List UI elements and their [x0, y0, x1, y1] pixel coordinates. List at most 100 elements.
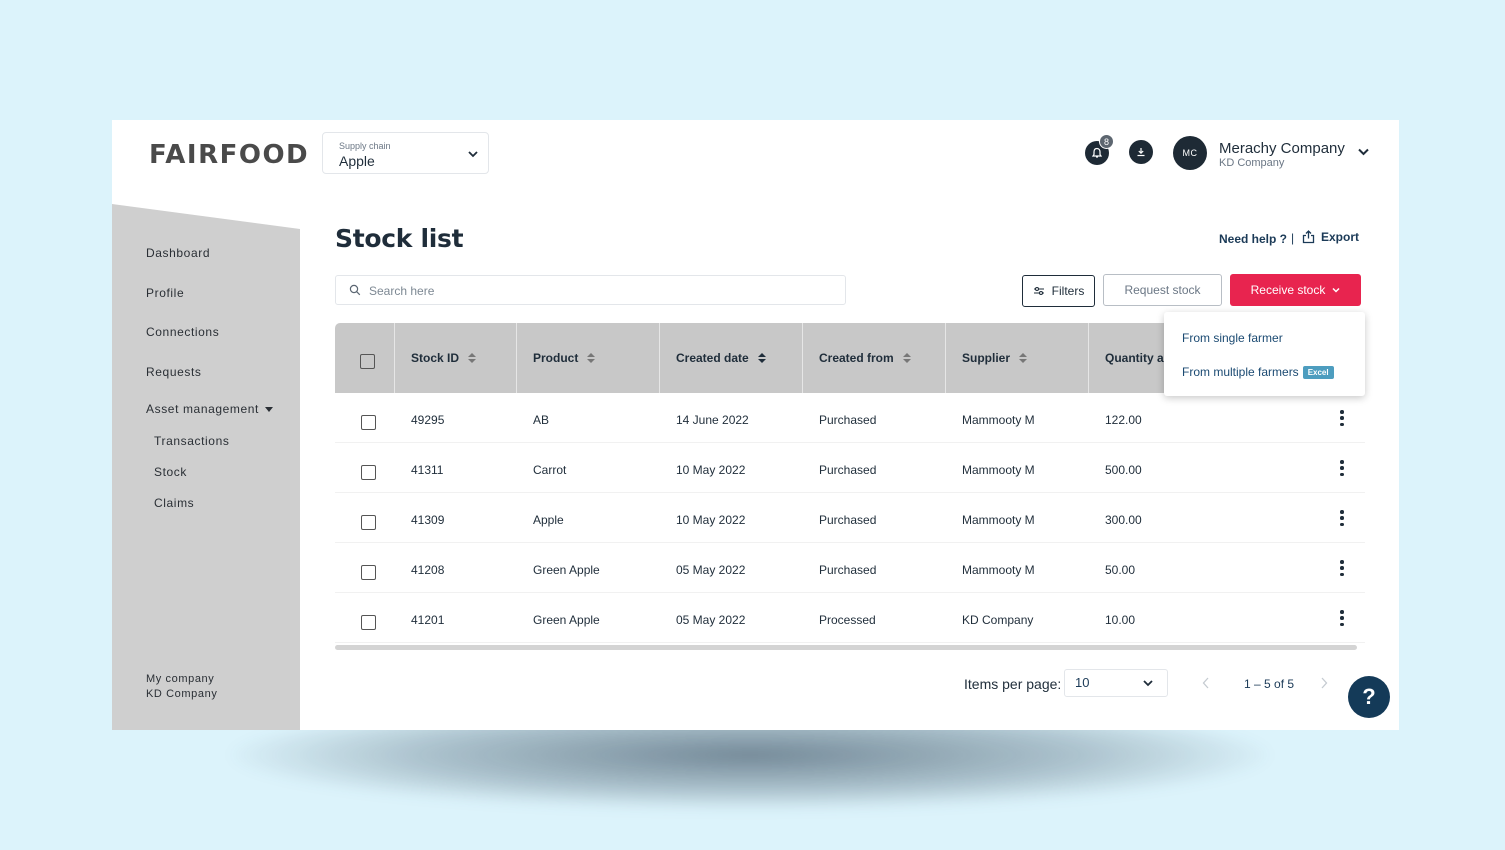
menu-item-label: From multiple farmers	[1182, 365, 1299, 379]
fairfood-logo[interactable]: FAIRFOOD	[149, 140, 309, 170]
cell-stock-id: 41311	[411, 463, 444, 477]
chevron-down-icon	[1332, 287, 1340, 293]
row-checkbox[interactable]	[361, 515, 376, 530]
column-label: Created date	[676, 351, 749, 365]
cell-product: Apple	[533, 513, 564, 527]
export-icon	[1302, 230, 1315, 244]
table-row[interactable]: 41208 Green Apple 05 May 2022 Purchased …	[335, 543, 1365, 593]
table-row[interactable]: 49295 AB 14 June 2022 Purchased Mammooty…	[335, 393, 1365, 443]
supply-chain-select[interactable]: Supply chain Apple	[322, 132, 489, 174]
sidebar-item-profile[interactable]: Profile	[146, 286, 184, 300]
cell-created-from: Processed	[819, 613, 876, 627]
more-options-icon[interactable]	[1340, 410, 1344, 426]
sidebar-item-stock[interactable]: Stock	[154, 465, 187, 479]
menu-item-single-farmer[interactable]: From single farmer	[1182, 331, 1283, 345]
column-header-stock-id[interactable]: Stock ID	[394, 323, 516, 393]
table-row[interactable]: 41201 Green Apple 05 May 2022 Processed …	[335, 593, 1365, 643]
cell-supplier: Mammooty M	[962, 463, 1035, 477]
help-button[interactable]: ?	[1348, 676, 1390, 718]
sidebar-item-dashboard[interactable]: Dashboard	[146, 246, 210, 260]
cell-created-date: 05 May 2022	[676, 613, 746, 627]
cell-product: Green Apple	[533, 613, 600, 627]
sidebar-item-transactions[interactable]: Transactions	[154, 434, 229, 448]
cell-created-from: Purchased	[819, 563, 877, 577]
filters-button[interactable]: Filters	[1022, 275, 1095, 307]
notification-count-badge: 8	[1099, 134, 1114, 149]
sidebar-item-asset-management[interactable]: Asset management	[146, 402, 273, 416]
sort-icon	[902, 353, 911, 363]
cell-product: Green Apple	[533, 563, 600, 577]
supply-chain-value: Apple	[339, 153, 375, 169]
cell-product: AB	[533, 413, 550, 427]
download-button[interactable]	[1129, 140, 1153, 164]
receive-stock-button[interactable]: Receive stock	[1230, 274, 1361, 306]
cell-quantity: 10.00	[1105, 613, 1136, 627]
sort-icon	[468, 353, 477, 363]
cell-created-from: Purchased	[819, 463, 877, 477]
select-all-checkbox[interactable]	[360, 354, 375, 369]
row-checkbox[interactable]	[361, 415, 376, 430]
column-header-supplier[interactable]: Supplier	[945, 323, 1088, 393]
cell-supplier: Mammooty M	[962, 563, 1035, 577]
need-help-link[interactable]: Need help ?	[1219, 232, 1287, 246]
cell-stock-id: 41309	[411, 513, 445, 527]
table-row[interactable]: 41309 Apple 10 May 2022 Purchased Mammoo…	[335, 493, 1365, 543]
chevron-down-icon[interactable]	[1358, 148, 1369, 156]
cell-created-date: 05 May 2022	[676, 563, 746, 577]
excel-badge: Excel	[1302, 365, 1334, 379]
cell-supplier: Mammooty M	[962, 413, 1035, 427]
sidebar-item-requests[interactable]: Requests	[146, 365, 202, 379]
column-label: Created from	[819, 351, 894, 365]
table-row[interactable]: 41311 Carrot 10 May 2022 Purchased Mammo…	[335, 443, 1365, 493]
sidebar-item-claims[interactable]: Claims	[154, 496, 194, 510]
items-per-page-select[interactable]: 10	[1064, 669, 1168, 697]
cell-stock-id: 49295	[411, 413, 445, 427]
more-options-icon[interactable]	[1340, 610, 1344, 626]
row-checkbox[interactable]	[361, 465, 376, 480]
cell-created-date: 14 June 2022	[676, 413, 749, 427]
cell-created-date: 10 May 2022	[676, 463, 746, 477]
horizontal-scrollbar[interactable]	[335, 645, 1357, 650]
receive-stock-label: Receive stock	[1250, 283, 1326, 297]
separator: |	[1291, 231, 1295, 245]
column-header-created-from[interactable]: Created from	[802, 323, 945, 393]
cell-product: Carrot	[533, 463, 567, 477]
chevron-down-icon	[468, 151, 478, 158]
cell-quantity: 122.00	[1105, 413, 1142, 427]
sort-icon	[587, 353, 596, 363]
cell-created-from: Purchased	[819, 413, 877, 427]
my-company-name: KD Company	[146, 688, 218, 700]
receive-stock-menu: From single farmer From multiple farmers…	[1164, 312, 1365, 396]
sort-icon	[1019, 353, 1028, 363]
cell-stock-id: 41201	[411, 613, 445, 627]
more-options-icon[interactable]	[1340, 460, 1344, 476]
sidebar-item-connections[interactable]: Connections	[146, 325, 219, 339]
more-options-icon[interactable]	[1340, 560, 1344, 576]
cell-quantity: 300.00	[1105, 513, 1142, 527]
cell-stock-id: 41208	[411, 563, 445, 577]
menu-item-multiple-farmers[interactable]: From multiple farmers Excel	[1182, 365, 1334, 379]
previous-page-icon[interactable]	[1202, 677, 1210, 689]
supply-chain-label: Supply chain	[339, 141, 391, 151]
row-checkbox[interactable]	[361, 565, 376, 580]
next-page-icon[interactable]	[1320, 677, 1328, 689]
page-title: Stock list	[335, 224, 464, 253]
my-company-label: My company	[146, 673, 215, 685]
column-header-created-date[interactable]: Created date	[659, 323, 802, 393]
cell-created-from: Purchased	[819, 513, 877, 527]
cell-created-date: 10 May 2022	[676, 513, 746, 527]
pagination-range: 1 – 5 of 5	[1244, 677, 1295, 691]
items-per-page-label: Items per page:	[964, 676, 1062, 692]
my-company-switch[interactable]: My company KD Company	[146, 672, 217, 702]
export-button[interactable]: Export	[1302, 230, 1359, 244]
filter-sliders-icon	[1033, 286, 1044, 296]
request-stock-button[interactable]: Request stock	[1103, 274, 1222, 306]
items-per-page-value: 10	[1075, 675, 1090, 690]
search-input[interactable]	[369, 281, 829, 301]
column-label: Product	[533, 351, 579, 365]
user-name[interactable]: Merachy Company	[1219, 140, 1345, 157]
more-options-icon[interactable]	[1340, 510, 1344, 526]
row-checkbox[interactable]	[361, 615, 376, 630]
user-avatar[interactable]: MC	[1173, 136, 1207, 170]
column-header-product[interactable]: Product	[516, 323, 659, 393]
